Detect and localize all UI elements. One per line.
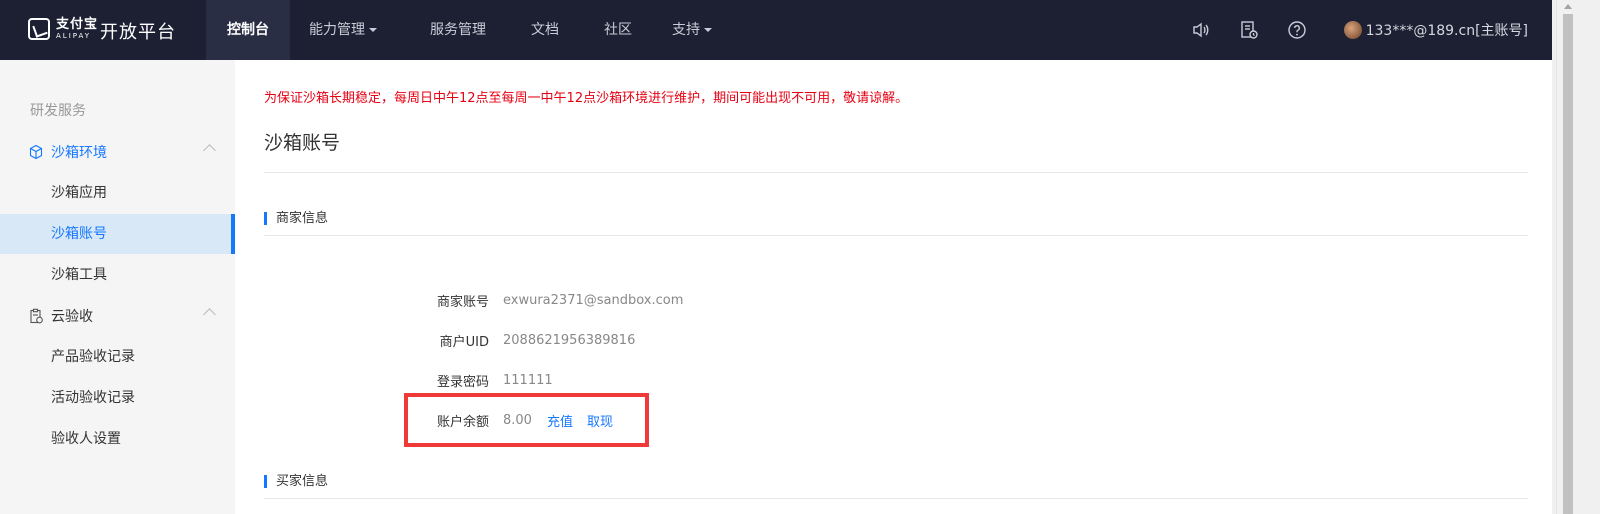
sidebar-item-product-acceptance[interactable]: 产品验收记录 bbox=[0, 337, 235, 377]
speaker-icon[interactable] bbox=[1190, 19, 1212, 41]
logo-text-cn: 支付宝 bbox=[56, 17, 99, 32]
cube-icon bbox=[28, 144, 44, 160]
sidebar-section-title: 研发服务 bbox=[30, 103, 86, 119]
login-password-value: 111111 bbox=[503, 372, 553, 388]
divider bbox=[264, 235, 1528, 236]
merchant-uid-value: 2088621956389816 bbox=[503, 332, 636, 348]
nav-service-management[interactable]: 服务管理 bbox=[396, 0, 520, 60]
sidebar-item-activity-acceptance[interactable]: 活动验收记录 bbox=[0, 378, 235, 418]
balance-highlight-box bbox=[404, 393, 649, 447]
page-scrollbar[interactable] bbox=[1552, 0, 1600, 514]
chevron-up-icon[interactable] bbox=[203, 308, 216, 321]
sidebar-item-sandbox-apps[interactable]: 沙箱应用 bbox=[0, 173, 235, 213]
merchant-account-value: exwura2371@sandbox.com bbox=[503, 292, 684, 308]
alipay-logo-icon bbox=[28, 18, 50, 40]
sidebar-item-sandbox-tools[interactable]: 沙箱工具 bbox=[0, 255, 235, 295]
nav-capability-management[interactable]: 能力管理 bbox=[290, 0, 396, 60]
logo-text-en: ALIPAY bbox=[56, 32, 92, 40]
nav-community[interactable]: 社区 bbox=[570, 0, 666, 60]
nav-docs[interactable]: 文档 bbox=[520, 0, 570, 60]
login-password-row: 登录密码 111111 bbox=[403, 370, 553, 390]
clipboard-icon bbox=[28, 308, 44, 324]
sidebar-group-label: 沙箱环境 bbox=[51, 145, 107, 161]
merchant-uid-row: 商户UID 2088621956389816 bbox=[403, 330, 636, 350]
chevron-up-icon[interactable] bbox=[203, 144, 216, 157]
maintenance-notice: 为保证沙箱长期稳定，每周日中午12点至每周一中午12点沙箱环境进行维护，期间可能… bbox=[264, 91, 909, 106]
sidebar: 研发服务 沙箱环境 沙箱应用 沙箱账号 沙箱工具 云验收 产品验收记录 活动验收… bbox=[0, 60, 235, 514]
main-nav: 控制台 能力管理 服务管理 文档 社区 支持 bbox=[206, 0, 718, 60]
merchant-account-label: 商家账号 bbox=[436, 294, 489, 310]
platform-title[interactable]: 开放平台 bbox=[100, 18, 176, 44]
avatar bbox=[1343, 21, 1362, 39]
buyer-info-title: 买家信息 bbox=[264, 475, 328, 488]
divider bbox=[264, 172, 1528, 173]
login-password-label: 登录密码 bbox=[436, 374, 489, 390]
sidebar-group-cloud-acceptance[interactable]: 云验收 bbox=[0, 296, 235, 336]
user-account-label: 133***@189.cn[主账号] bbox=[1365, 23, 1528, 39]
divider bbox=[264, 498, 1528, 499]
page-title: 沙箱账号 bbox=[264, 132, 341, 154]
merchant-info-title: 商家信息 bbox=[264, 212, 328, 225]
nav-support[interactable]: 支持 bbox=[666, 0, 718, 60]
chevron-down-icon bbox=[704, 28, 712, 32]
sidebar-item-acceptor-settings[interactable]: 验收人设置 bbox=[0, 419, 235, 459]
alipay-logo[interactable]: 支付宝 ALIPAY bbox=[28, 18, 98, 40]
sidebar-group-sandbox[interactable]: 沙箱环境 bbox=[0, 132, 235, 172]
document-clock-icon[interactable] bbox=[1238, 19, 1260, 41]
merchant-uid-label: 商户UID bbox=[439, 334, 489, 350]
user-account-menu[interactable]: 133***@189.cn[主账号] bbox=[1343, 20, 1528, 40]
sidebar-group-label: 云验收 bbox=[51, 309, 93, 325]
top-navigation-bar: 支付宝 ALIPAY 开放平台 控制台 能力管理 服务管理 文档 社区 支持 1… bbox=[0, 0, 1552, 60]
scrollbar-thumb[interactable] bbox=[1563, 14, 1573, 514]
scroll-up-arrow-icon[interactable] bbox=[1564, 4, 1572, 9]
main-content: 为保证沙箱长期稳定，每周日中午12点至每周一中午12点沙箱环境进行维护，期间可能… bbox=[235, 60, 1552, 514]
chevron-down-icon bbox=[369, 28, 377, 32]
help-icon[interactable] bbox=[1286, 19, 1308, 41]
nav-console[interactable]: 控制台 bbox=[206, 0, 290, 60]
scrollbar-track[interactable] bbox=[1556, 0, 1573, 514]
merchant-account-row: 商家账号 exwura2371@sandbox.com bbox=[403, 290, 683, 310]
sidebar-item-sandbox-accounts[interactable]: 沙箱账号 bbox=[0, 214, 235, 254]
